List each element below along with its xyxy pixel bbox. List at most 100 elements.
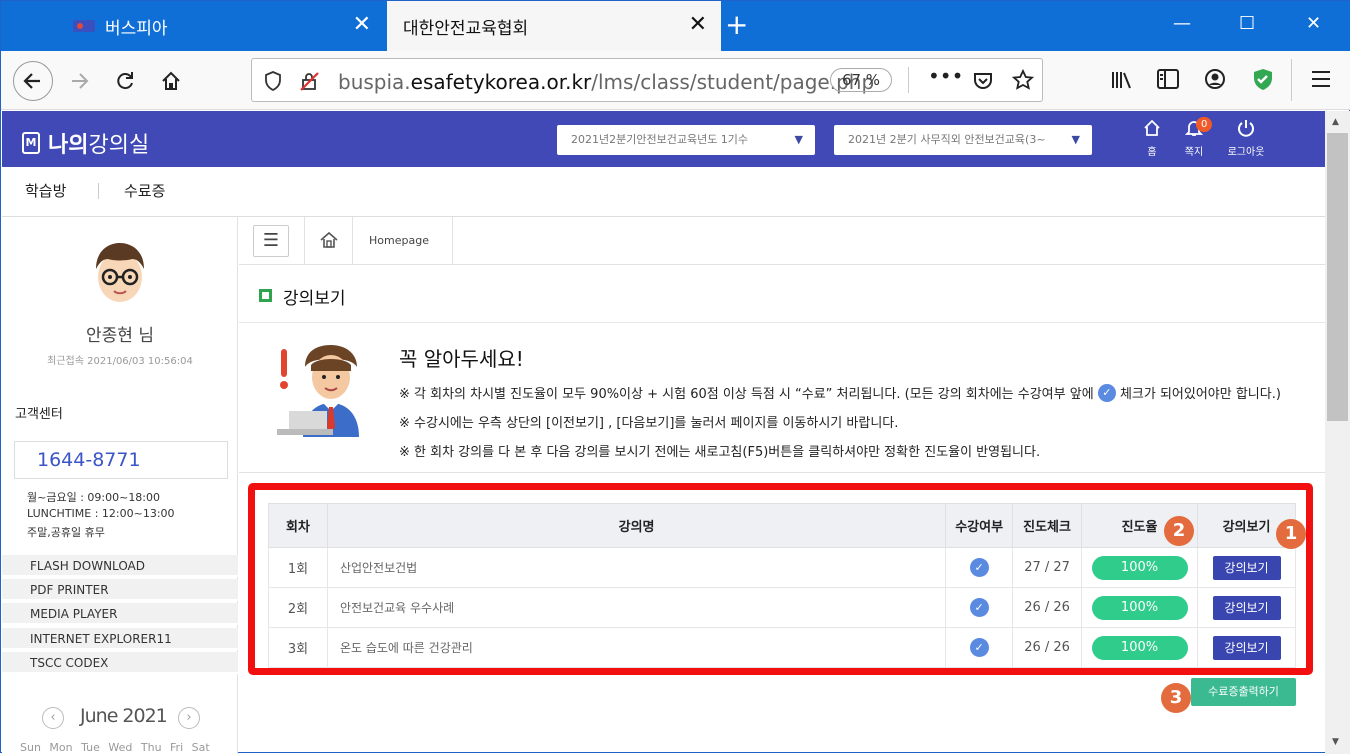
arrow-left-icon [23, 73, 40, 89]
page-title: 강의보기 [283, 289, 346, 309]
table-row: 2회 안전보건교육 우수사례 ✓ 26 / 26 100% 강의보기 [268, 587, 1296, 628]
hamburger-menu-icon[interactable] [1311, 70, 1331, 88]
tab-bar: 버스피아 ✕ 대한안전교육협회 ✕ + — ☐ ✕ [1, 1, 1350, 51]
download-media-player[interactable]: MEDIA PLAYER [2, 603, 238, 625]
chevron-left-icon[interactable]: ‹ [42, 707, 64, 729]
attended-cell: ✓ [945, 547, 1014, 588]
hours-line: 월~금요일 : 09:00~18:00 [27, 491, 161, 504]
tab-title: 대한안전교육협회 [403, 18, 529, 39]
home-icon [162, 71, 180, 90]
course-select[interactable]: 2021년 2분기 사무직외 안전보건교육(3~ ▼ [834, 125, 1092, 155]
account-icon[interactable] [1204, 68, 1226, 90]
maximize-button[interactable]: ☐ [1239, 13, 1255, 34]
download-pdf-printer[interactable]: PDF PRINTER [2, 579, 238, 601]
column-header-attended: 수강여부 [945, 503, 1014, 548]
address-bar[interactable]: buspia.esafetykorea.or.kr/lms/class/stud… [251, 58, 1043, 102]
bookmark-star-icon[interactable] [1012, 69, 1034, 91]
phone-box: 1644-8771 [14, 441, 228, 479]
term-select[interactable]: 2021년2분기안전보건교육년도 1기수 ▼ [557, 125, 815, 155]
print-certificate-button[interactable]: 수료증출력하기 [1191, 678, 1296, 706]
download-tscc-codex[interactable]: TSCC CODEX [2, 652, 238, 674]
round-cell: 2회 [268, 587, 328, 628]
arrow-right-icon [72, 73, 89, 89]
minimize-button[interactable]: — [1173, 13, 1191, 34]
back-button[interactable] [13, 61, 53, 101]
step-marker-3: 3 [1161, 683, 1191, 713]
page-header: 강의보기 [239, 265, 1325, 323]
new-tab-button[interactable]: + [725, 11, 748, 39]
zoom-level[interactable]: 67 % [830, 68, 892, 92]
reload-button[interactable] [107, 63, 143, 99]
header-home-button[interactable]: 홈 [1132, 119, 1172, 158]
progress-rate-cell: 100% [1081, 587, 1198, 628]
round-cell: 1회 [268, 547, 328, 588]
url-prefix: buspia. [338, 70, 411, 94]
progress-check-cell: 26 / 26 [1012, 587, 1083, 628]
chevron-right-icon[interactable]: › [178, 707, 200, 729]
view-cell: 강의보기 [1197, 587, 1296, 628]
tab-close-icon[interactable]: ✕ [689, 14, 707, 36]
step-marker-1: 1 [1276, 519, 1306, 549]
header-logout-button[interactable]: 로그아웃 [1224, 119, 1268, 158]
divider [98, 183, 99, 199]
tab-title: 버스피아 [105, 18, 168, 39]
lecture-name-cell: 온도 습도에 따른 건강관리 [326, 627, 947, 668]
more-actions-icon[interactable]: ••• [928, 64, 963, 88]
scrollbar-thumb[interactable] [1327, 133, 1348, 421]
view-cell: 강의보기 [1197, 547, 1296, 588]
breadcrumb-menu-cell: ☰ [239, 217, 305, 265]
tab-buspia[interactable]: 버스피아 ✕ [63, 1, 385, 51]
progress-badge: 100% [1091, 635, 1188, 660]
logo-mark: M [22, 132, 40, 154]
hours-line: 주말,공휴일 휴무 [27, 526, 105, 539]
breadcrumb: ☰ Homepage [239, 217, 1325, 265]
subnav-item-certificate[interactable]: 수료증 [124, 180, 165, 201]
logo-bold-text: 나의 [48, 133, 89, 158]
header-message-button[interactable]: 0 쪽지 [1174, 117, 1214, 158]
url-text: buspia.esafetykorea.or.kr/lms/class/stud… [338, 70, 874, 94]
tab-esafetykorea[interactable]: 대한안전교육협회 ✕ [387, 1, 721, 51]
download-flash[interactable]: FLASH DOWNLOAD [2, 555, 238, 577]
chevron-down-icon: ▼ [794, 133, 803, 146]
site-logo[interactable]: M 나의 강의실 [22, 127, 149, 159]
menu-toggle-button[interactable]: ☰ [253, 225, 289, 257]
user-name: 안종현 님 [86, 326, 154, 346]
lecture-name-cell: 안전보건교육 우수사례 [326, 587, 947, 628]
check-circle-icon: ✓ [969, 638, 989, 657]
insecure-lock-icon [300, 72, 319, 91]
subnav-item-study-room[interactable]: 학습방 [25, 180, 66, 201]
logout-label: 로그아웃 [1227, 147, 1265, 158]
column-header-round: 회차 [268, 503, 328, 548]
tab-close-icon[interactable]: ✕ [353, 14, 371, 36]
browser-window: 버스피아 ✕ 대한안전교육협회 ✕ + — ☐ ✕ buspia.esafety… [0, 0, 1350, 754]
forward-button[interactable] [61, 63, 97, 99]
close-window-button[interactable]: ✕ [1306, 13, 1321, 34]
chevron-down-icon: ▼ [1071, 133, 1080, 146]
home-label: 홈 [1147, 147, 1157, 158]
breadcrumb-text[interactable]: Homepage [369, 234, 429, 247]
home-icon[interactable] [319, 231, 339, 249]
progress-rate-cell: 100% [1081, 627, 1198, 668]
calendar-header: ‹ June 2021 › [42, 705, 202, 731]
shield-icon [265, 71, 281, 91]
check-circle-icon: ✓ [1097, 384, 1116, 402]
notice-title: 꼭 알아두세요! [399, 347, 524, 371]
scroll-down-icon[interactable]: ▼ [1332, 737, 1339, 747]
home-button[interactable] [153, 63, 189, 99]
progress-badge: 100% [1091, 555, 1188, 580]
download-ie11[interactable]: INTERNET EXPLORER11 [2, 628, 238, 650]
logo-text: 강의실 [88, 133, 150, 158]
progress-check-cell: 27 / 27 [1012, 547, 1083, 588]
url-domain: esafetykorea.or.kr [410, 70, 592, 94]
notice-line-1-b: 체크가 되어있어야만 합니다.) [1119, 387, 1281, 402]
library-icon[interactable] [1111, 70, 1133, 90]
view-lecture-button[interactable]: 강의보기 [1212, 595, 1281, 620]
sidebar-icon[interactable] [1156, 68, 1180, 90]
scroll-up-icon[interactable]: ▲ [1332, 117, 1339, 127]
notice-illustration [277, 345, 359, 437]
view-lecture-button[interactable]: 강의보기 [1212, 555, 1281, 580]
pocket-icon[interactable] [972, 70, 994, 92]
site-favicon-icon [73, 20, 95, 32]
view-lecture-button[interactable]: 강의보기 [1212, 635, 1281, 660]
extension-shield-icon[interactable] [1251, 67, 1275, 91]
